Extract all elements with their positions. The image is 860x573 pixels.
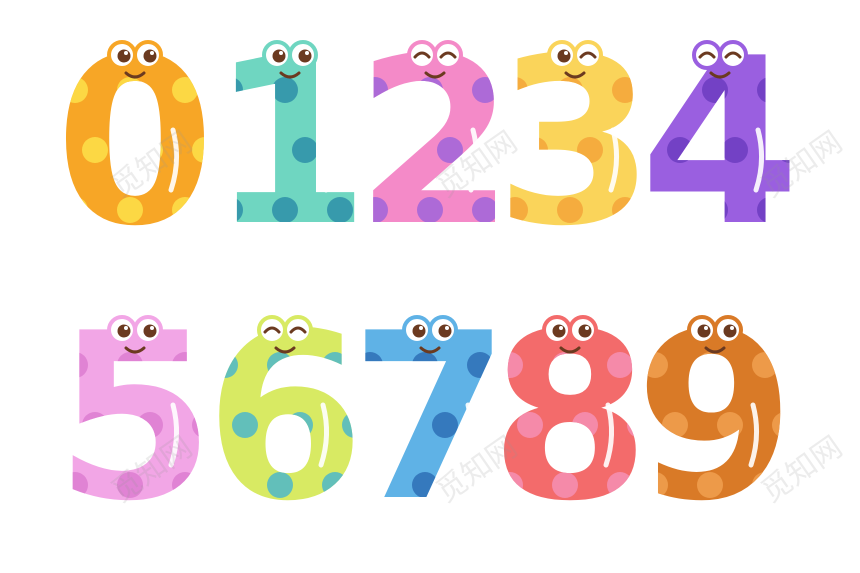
digit-one: 11 <box>210 10 371 277</box>
digit-two: 22 <box>355 10 516 277</box>
digit-zero: 00 <box>55 10 216 277</box>
digit-nine: 99 <box>635 285 796 552</box>
digit-six: 66 <box>205 285 366 552</box>
digit-seven: 77 <box>350 285 511 552</box>
digit-five: 55 <box>55 285 216 552</box>
digit-four: 44 <box>640 10 801 277</box>
digit-eight: 88 <box>490 285 651 552</box>
digit-three: 33 <box>495 10 656 277</box>
number-characters-illustration: 0011223344 5566778899 <box>55 10 801 552</box>
